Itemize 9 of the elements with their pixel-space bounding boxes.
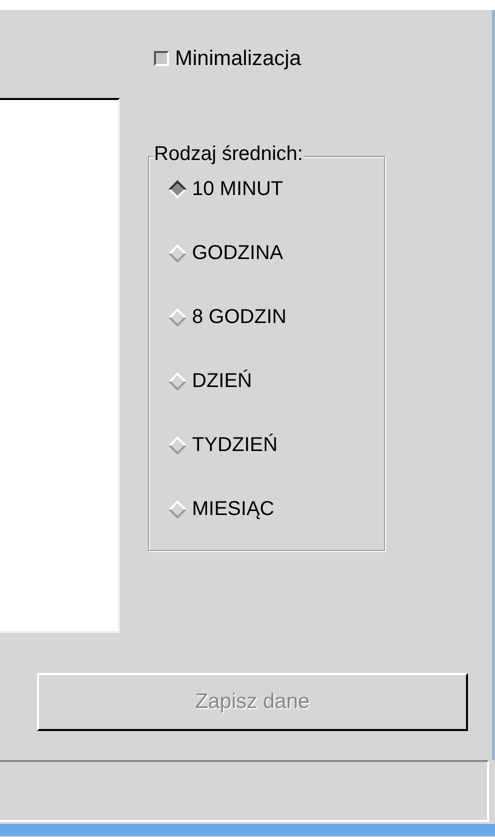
checkbox-label: Minimalizacja	[175, 48, 302, 69]
radio-label: 8 GODZIN	[192, 307, 286, 327]
checkbox[interactable]	[154, 51, 169, 66]
radio-label: DZIEŃ	[192, 371, 252, 391]
radio-label: MIESIĄC	[192, 499, 274, 519]
radio-label: TYDZIEŃ	[192, 435, 278, 455]
radio-label: 10 MINUT	[192, 179, 284, 199]
group-title: Rodzaj średnich:	[153, 144, 304, 164]
radio-label: GODZINA	[192, 243, 284, 263]
